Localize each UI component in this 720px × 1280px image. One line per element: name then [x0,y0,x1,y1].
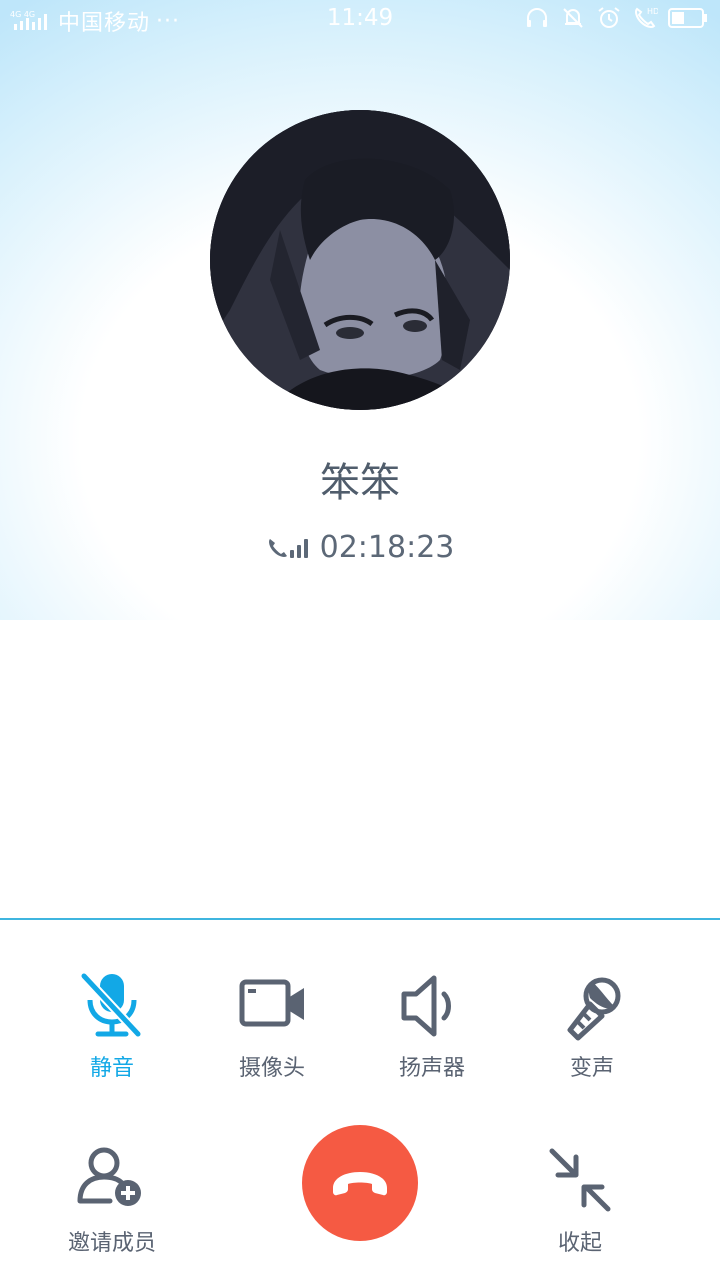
karaoke-microphone-icon [567,977,621,1041]
invite-members-label: 邀请成员 [67,1231,156,1256]
alarm-icon [598,7,620,28]
bell-off-icon [563,8,583,28]
contact-avatar [210,110,510,410]
hd-call-icon: HD [635,7,658,28]
invite-members-button[interactable]: 邀请成员 [32,1143,192,1257]
status-bar: 4G 4G 中国移动 ··· 11:49 HD [0,0,720,38]
voice-change-button[interactable]: 变声 [512,968,672,1082]
minimize-arrows-icon [549,1148,611,1212]
contact-name: 笨笨 [320,460,400,506]
phone-hangup-icon [333,1172,387,1196]
headphones-icon [527,8,547,27]
mute-button[interactable]: 静音 [32,968,192,1082]
collapse-label: 收起 [557,1231,602,1256]
call-status: 02:18:23 [0,530,720,565]
speaker-label: 扬声器 [398,1056,465,1081]
collapse-button[interactable]: 收起 [500,1143,660,1257]
call-signal-icon [268,538,308,558]
status-right: HD [524,5,708,31]
add-user-icon [77,1147,141,1206]
svg-text:HD: HD [647,7,658,16]
microphone-off-icon [80,972,142,1038]
battery-icon [668,8,707,28]
speaker-button[interactable]: 扬声器 [352,968,512,1082]
panel-divider [0,918,720,920]
voice-change-label: 变声 [569,1056,614,1081]
call-duration: 02:18:23 [319,530,455,565]
speaker-icon [401,975,451,1037]
camera-label: 摄像头 [238,1056,305,1081]
mute-label: 静音 [89,1056,134,1081]
video-camera-icon [239,979,304,1027]
camera-button[interactable]: 摄像头 [192,968,352,1082]
avatar-image [210,110,510,410]
hang-up-button[interactable] [302,1125,418,1241]
